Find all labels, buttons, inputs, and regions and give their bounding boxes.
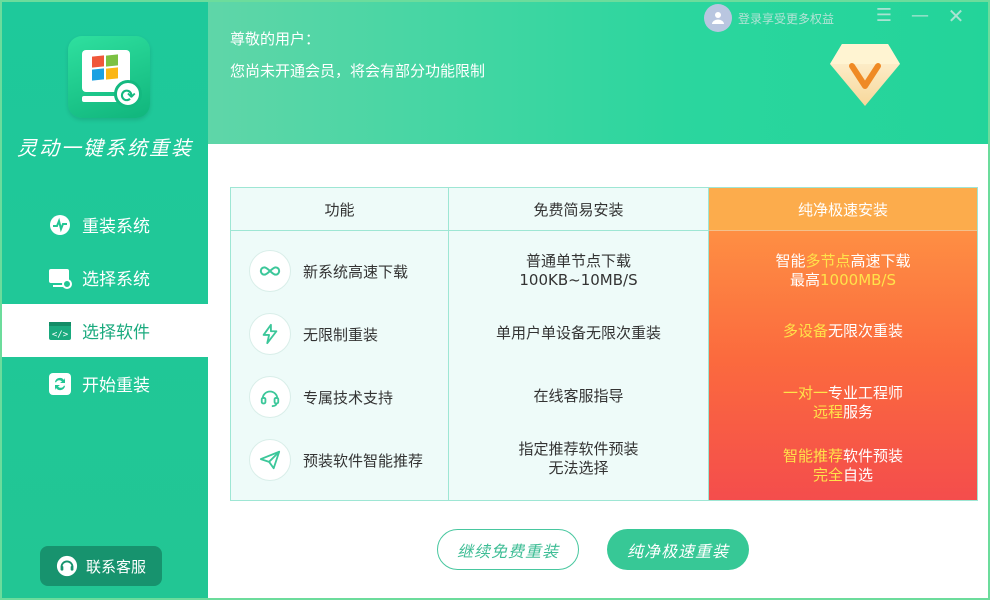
free-cell: 指定推荐软件预装 无法选择 [449,431,708,487]
monitor-gear-icon [48,266,72,290]
vip-badge-icon [828,42,902,108]
sidebar-item-label: 选择系统 [82,270,150,290]
sidebar-item-select-system[interactable]: 选择系统 [2,251,208,304]
logo-stand [82,96,118,102]
column-free-install: 免费简易安装 普通单节点下载 100KB~10MB/S 单用户单设备无限次重装 … [449,188,709,500]
free-cell-line: 100KB~10MB/S [519,271,638,289]
pure-cell: 智能推荐软件预装 完全自选 [709,438,977,494]
user-avatar-icon [704,4,732,32]
sidebar-item-label: 开始重装 [82,376,150,396]
function-label: 无限制重装 [303,325,379,344]
infinity-icon [249,250,291,292]
header-pure-install: 纯净极速安装 [709,188,977,231]
function-label: 新系统高速下载 [303,262,409,281]
sidebar-item-label: 选择软件 [82,323,150,343]
sidebar: ⟳ 灵动一键系统重装 重装系统 选择系统 </> 选择软件 开始重装 联系客服 [2,2,208,598]
app-title: 灵动一键系统重装 [17,136,193,160]
pure-highlight: 多设备 [782,321,828,340]
pure-cell-line: 远程服务 [813,403,873,422]
pure-cell-line: 智能多节点高速下载 [775,252,910,271]
pure-text: 软件预装 [843,447,904,465]
app-window: ⟳ 灵动一键系统重装 重装系统 选择系统 </> 选择软件 开始重装 联系客服 … [0,0,990,600]
pure-cell-line: 最高1000MB/S [790,271,896,290]
pure-highlight: 1000MB/S [820,271,896,289]
function-label: 预装软件智能推荐 [303,451,424,470]
pure-text: 无限次重装 [828,321,904,340]
column-function: 功能 新系统高速下载 无限制重装 专属技术支持 预装软件智能推荐 [231,188,449,500]
windows-logo-icon [92,54,120,82]
pure-cell: 多设备无限次重装 [709,303,977,359]
column-pure-install: 纯净极速安装 智能多节点高速下载 最高1000MB/S 多设备无限次重装 一对一… [709,188,977,500]
pure-cell: 一对一专业工程师 远程服务 [709,375,977,431]
free-cell-line: 普通单节点下载 [525,252,631,270]
sidebar-item-label: 重装系统 [82,217,150,237]
pure-text: 智能 [775,252,806,270]
pure-highlight: 多节点 [805,252,851,270]
headset-icon [249,376,291,418]
greeting-message: 您尚未开通会员，将会有部分功能限制 [230,62,486,80]
pure-highlight: 完全 [812,466,843,484]
menu-icon[interactable]: ☰ [874,6,894,26]
pure-cell-line: 完全自选 [813,466,873,485]
lightning-icon [249,313,291,355]
refresh-icon [48,372,72,396]
function-row: 专属技术支持 [249,375,393,419]
free-cell: 单用户单设备无限次重装 [449,305,708,361]
pure-cell-line: 一对一专业工程师 [783,384,903,403]
login-link[interactable]: 登录享受更多权益 [704,4,834,32]
header-function: 功能 [231,188,448,231]
header-banner: 尊敬的用户： 您尚未开通会员，将会有部分功能限制 登录享受更多权益 ☰ — ✕ [208,2,988,144]
pure-cell: 智能多节点高速下载 最高1000MB/S [709,243,977,299]
function-row: 无限制重装 [249,312,378,356]
contact-service-button[interactable]: 联系客服 [40,546,162,586]
minimize-icon[interactable]: — [910,6,930,26]
paper-plane-icon [249,439,291,481]
pure-fast-reinstall-button[interactable]: 纯净极速重装 [607,529,749,570]
app-logo: ⟳ [68,36,150,118]
pure-text: 高速下载 [850,252,911,270]
close-icon[interactable]: ✕ [946,6,966,26]
sidebar-item-reinstall-system[interactable]: 重装系统 [2,198,208,251]
sidebar-item-start-reinstall[interactable]: 开始重装 [2,357,208,410]
pulse-chat-icon [48,213,72,237]
free-cell-line: 单用户单设备无限次重装 [495,323,661,342]
comparison-table: 功能 新系统高速下载 无限制重装 专属技术支持 预装软件智能推荐 免费简易安装 … [230,187,978,501]
pure-highlight: 智能推荐 [782,447,843,465]
function-label: 专属技术支持 [303,388,394,407]
sidebar-item-select-software[interactable]: </> 选择软件 [2,304,208,357]
pure-cell-line: 多设备无限次重装 [783,322,903,341]
function-row: 新系统高速下载 [249,249,408,293]
free-cell: 普通单节点下载 100KB~10MB/S [449,243,708,299]
contact-service-label: 联系客服 [85,557,146,576]
code-window-icon: </> [48,319,72,343]
pure-text: 自选 [843,466,874,484]
continue-free-reinstall-button[interactable]: 继续免费重装 [437,529,579,570]
pure-highlight: 一对一 [782,384,828,402]
pure-text: 服务 [843,403,874,421]
pure-highlight: 远程 [812,403,843,421]
free-cell-line: 指定推荐软件预装 [518,440,639,458]
header-free-install: 免费简易安装 [449,188,708,231]
login-text: 登录享受更多权益 [738,11,835,26]
pure-text: 专业工程师 [828,384,904,402]
free-cell-line: 无法选择 [548,459,609,477]
free-cell-line: 在线客服指导 [533,386,624,405]
sidebar-nav: 重装系统 选择系统 </> 选择软件 开始重装 [2,198,208,410]
free-cell: 在线客服指导 [449,368,708,424]
logo-refresh-icon: ⟳ [114,80,142,108]
pure-text: 最高 [790,271,821,289]
pure-cell-line: 智能推荐软件预装 [783,447,903,466]
svg-text:</>: </> [52,330,69,340]
function-row: 预装软件智能推荐 [249,438,423,482]
greeting-title: 尊敬的用户： [230,30,321,48]
headset-icon [56,555,78,577]
